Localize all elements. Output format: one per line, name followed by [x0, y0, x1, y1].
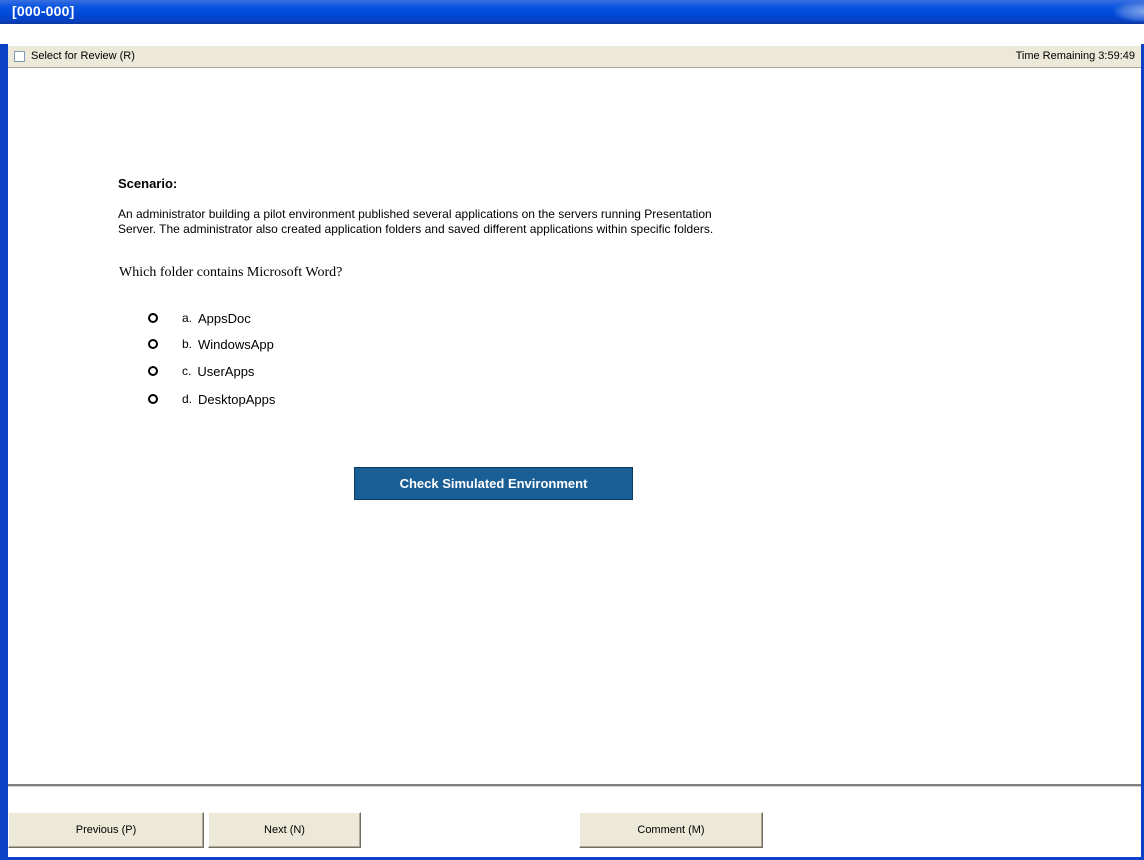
review-checkbox[interactable] — [14, 51, 25, 62]
scenario-line-1: An administrator building a pilot enviro… — [118, 207, 712, 221]
window-title: [000-000] — [12, 3, 75, 19]
answer-option-b[interactable]: b. WindowsApp — [148, 335, 274, 353]
option-letter: c. — [182, 364, 192, 378]
option-text: UserApps — [197, 363, 255, 379]
titlebar-corner-decoration — [1114, 0, 1144, 22]
review-label[interactable]: Select for Review (R) — [31, 50, 135, 62]
question-text: Which folder contains Microsoft Word? — [119, 265, 343, 280]
next-button[interactable]: Next (N) — [208, 812, 361, 848]
radio-button[interactable] — [148, 366, 158, 376]
comment-button[interactable]: Comment (M) — [579, 812, 763, 848]
scenario-line-2: Server. The administrator also created a… — [118, 222, 714, 236]
footer-divider — [8, 784, 1141, 787]
option-letter: a. — [182, 311, 193, 325]
time-remaining: Time Remaining 3:59:49 — [1015, 50, 1135, 62]
answer-option-d[interactable]: d. DesktopApps — [148, 390, 275, 408]
option-text: AppsDoc — [198, 310, 251, 326]
option-text: WindowsApp — [198, 336, 274, 352]
scenario-text: An administrator building a pilot enviro… — [118, 207, 858, 237]
option-letter: d. — [182, 392, 193, 406]
option-text: DesktopApps — [198, 391, 276, 407]
radio-button[interactable] — [148, 339, 158, 349]
answer-option-a[interactable]: a. AppsDoc — [148, 309, 251, 327]
option-letter: b. — [182, 337, 193, 351]
window-frame — [0, 44, 1144, 860]
scenario-heading: Scenario: — [118, 176, 178, 191]
check-simulated-environment-button[interactable]: Check Simulated Environment — [354, 467, 633, 500]
radio-button[interactable] — [148, 313, 158, 323]
previous-button[interactable]: Previous (P) — [8, 812, 204, 848]
radio-button[interactable] — [148, 394, 158, 404]
window-titlebar: [000-000] — [0, 0, 1144, 24]
review-bar: Select for Review (R) Time Remaining 3:5… — [8, 46, 1141, 68]
answer-option-c[interactable]: c. UserApps — [148, 362, 254, 380]
